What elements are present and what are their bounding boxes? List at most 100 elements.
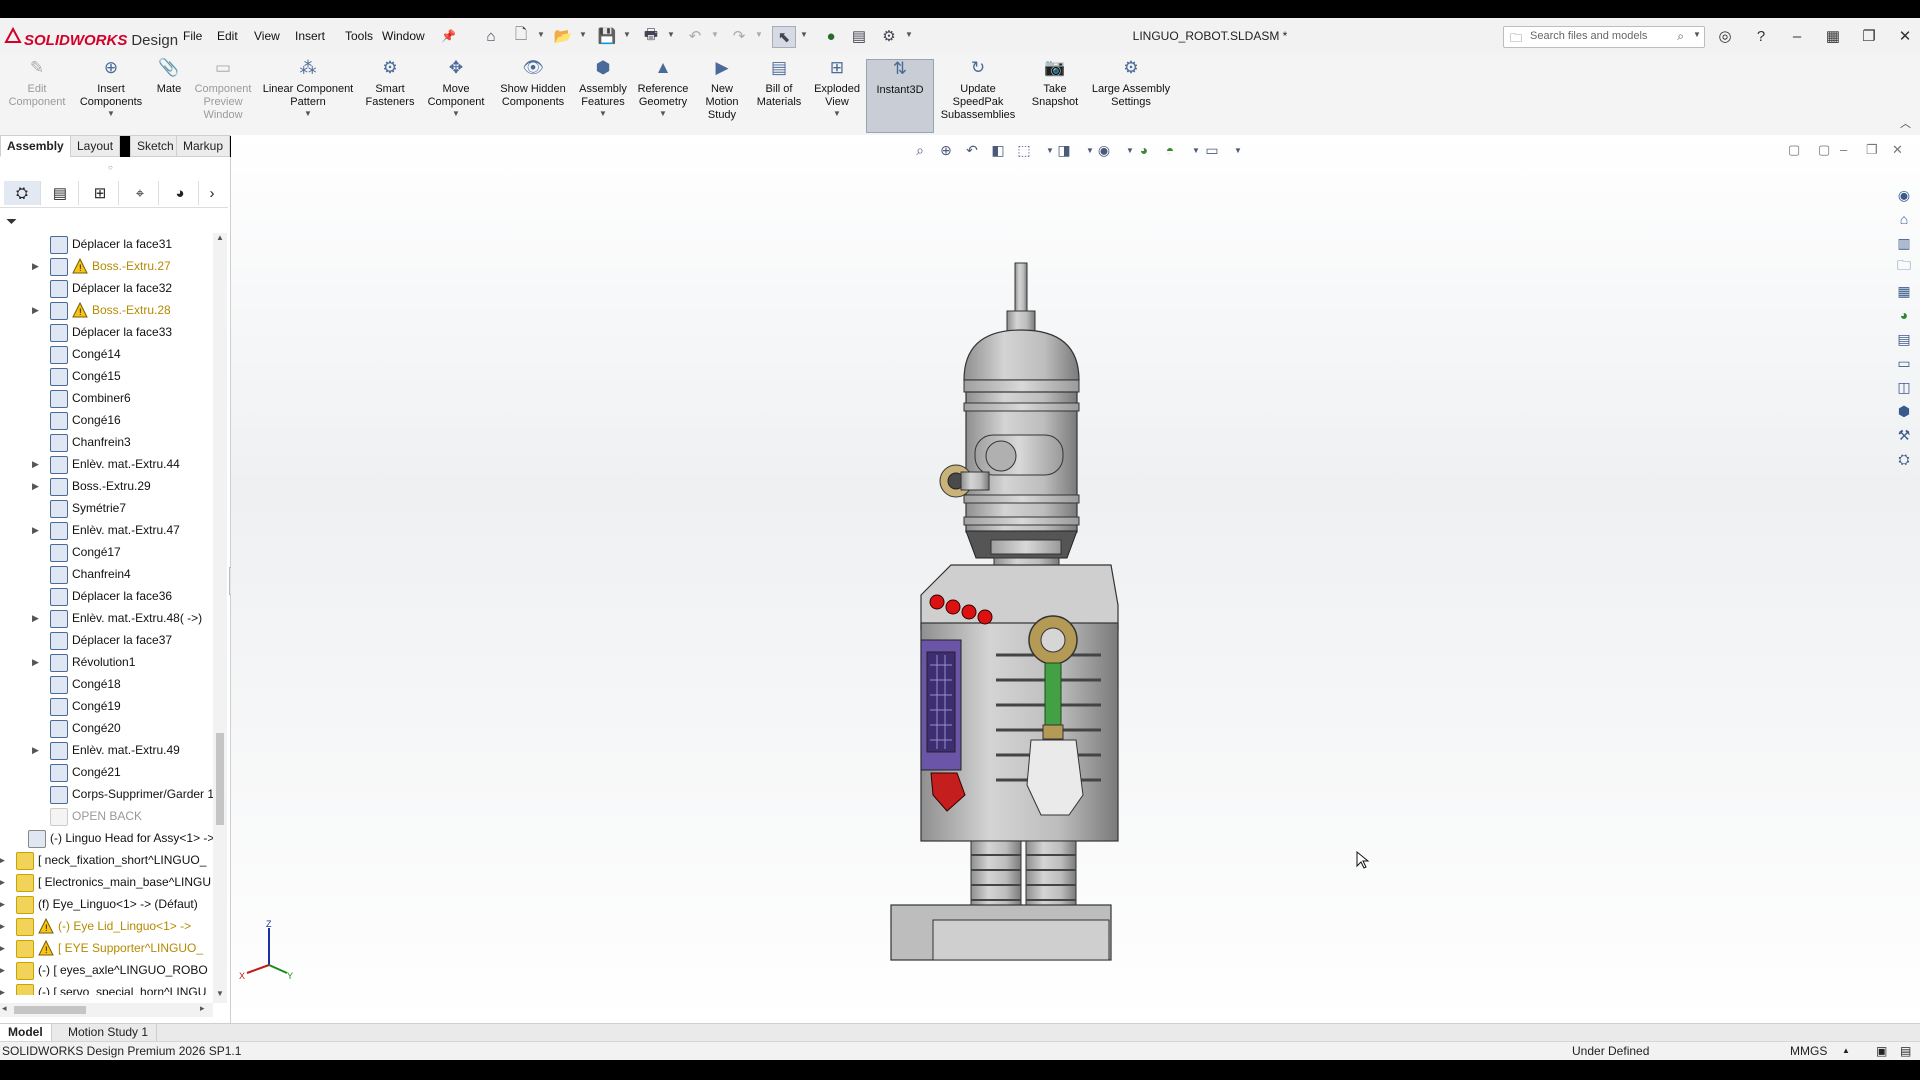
- viewport-split-icon[interactable]: ▢: [1788, 142, 1800, 158]
- tree-item[interactable]: ▶ Boss.-Extru.29: [0, 475, 213, 497]
- menu-insert[interactable]: Insert: [295, 29, 325, 43]
- hide-show-items-icon[interactable]: ◉: [1094, 140, 1114, 160]
- tree-item[interactable]: ▶ Enlèv. mat.-Extru.48( ->): [0, 607, 213, 629]
- select-icon[interactable]: ⬉: [772, 26, 796, 48]
- options-dropdown-icon[interactable]: ▼: [905, 30, 913, 39]
- tree-item[interactable]: ▶ Révolution1: [0, 651, 213, 673]
- expand-arrow-icon[interactable]: ▶: [32, 299, 39, 321]
- notifications-icon[interactable]: ▣: [1876, 1042, 1887, 1060]
- tree-item[interactable]: Déplacer la face37: [0, 629, 213, 651]
- expand-arrow-icon[interactable]: ▶: [32, 651, 39, 673]
- warning-icon[interactable]: !: [72, 301, 88, 318]
- tree-item[interactable]: Congé15: [0, 365, 213, 387]
- show-hidden-components-button[interactable]: 👁 Show Hidden Components: [492, 59, 574, 131]
- home-task-icon[interactable]: ⌂: [1894, 209, 1914, 229]
- exploded-view-button[interactable]: ⊞ Exploded View ▼: [808, 59, 866, 131]
- scroll-right-icon[interactable]: ▸: [200, 1003, 205, 1014]
- undo-icon[interactable]: ↶: [684, 26, 706, 46]
- tree-item[interactable]: Congé18: [0, 673, 213, 695]
- expand-arrow-icon[interactable]: ▶: [32, 453, 39, 475]
- rebuild-icon[interactable]: ●: [820, 26, 842, 46]
- home-icon[interactable]: ⌂: [480, 26, 502, 46]
- undo-dropdown-icon[interactable]: ▼: [711, 30, 719, 39]
- assembly-features-dropdown-icon[interactable]: ▼: [574, 109, 632, 119]
- tree-item[interactable]: Congé14: [0, 343, 213, 365]
- print-icon[interactable]: 🖶: [640, 26, 662, 46]
- tree-item[interactable]: ▶ (-) [ servo_special_horn^LINGU: [0, 981, 213, 995]
- toolbox-icon[interactable]: ⚒: [1894, 425, 1914, 445]
- 3d-content-icon[interactable]: ⬢: [1894, 401, 1914, 421]
- options-gear-icon[interactable]: ⚙: [878, 26, 900, 46]
- new-document-icon[interactable]: 🗋: [510, 26, 532, 46]
- view-orientation-icon[interactable]: ⬚: [1014, 140, 1034, 160]
- viewport-minimize-icon[interactable]: –: [1840, 142, 1847, 157]
- solidworks-resources-icon[interactable]: ◉: [1894, 185, 1914, 205]
- tree-item[interactable]: Chanfrein4: [0, 563, 213, 585]
- file-properties-icon[interactable]: ▤: [848, 26, 870, 46]
- status-units[interactable]: MMGS: [1790, 1042, 1827, 1060]
- robot-model[interactable]: Z X Y: [231, 135, 1920, 1023]
- tree-item[interactable]: ▶ [ neck_fixation_short^LINGUO_: [0, 849, 213, 871]
- expand-arrow-icon[interactable]: ▶: [0, 959, 5, 981]
- take-snapshot-button[interactable]: 📷 Take Snapshot: [1024, 59, 1086, 131]
- file-explorer-icon[interactable]: 🗀: [1894, 257, 1914, 277]
- view-palette-icon[interactable]: ▦: [1894, 281, 1914, 301]
- zoom-to-area-icon[interactable]: ⊕: [936, 140, 956, 160]
- search-box[interactable]: 🗀 Search files and models ⌕: [1503, 26, 1705, 48]
- tree-item[interactable]: ▶ Enlèv. mat.-Extru.44: [0, 453, 213, 475]
- units-dropdown-icon[interactable]: ▲: [1842, 1042, 1850, 1060]
- tree-item[interactable]: Corps-Supprimer/Garder 1: [0, 783, 213, 805]
- menu-tools[interactable]: Tools: [345, 29, 373, 43]
- pin-menu-icon[interactable]: 📌: [441, 29, 456, 43]
- tree-vertical-scrollbar[interactable]: ▲ ▼: [213, 233, 227, 1003]
- forum-icon[interactable]: ▭: [1894, 353, 1914, 373]
- tree-item[interactable]: Déplacer la face31: [0, 233, 213, 255]
- tree-item[interactable]: Congé20: [0, 717, 213, 739]
- tree-item[interactable]: Chanfrein3: [0, 431, 213, 453]
- expand-arrow-icon[interactable]: ▶: [0, 849, 5, 871]
- tree-item[interactable]: Congé19: [0, 695, 213, 717]
- tree-item[interactable]: ▶! [ EYE Supporter^LINGUO_: [0, 937, 213, 959]
- menu-view[interactable]: View: [254, 29, 280, 43]
- warning-icon[interactable]: !: [72, 257, 88, 274]
- tree-item[interactable]: Combiner6: [0, 387, 213, 409]
- display-manager-tab-icon[interactable]: ◕: [162, 181, 199, 205]
- bottom-tab-motion-study-1[interactable]: Motion Study 1: [60, 1024, 158, 1041]
- warning-icon[interactable]: !: [38, 939, 54, 956]
- save-icon[interactable]: 💾: [596, 26, 618, 46]
- redo-dropdown-icon[interactable]: ▼: [755, 30, 763, 39]
- expand-arrow-icon[interactable]: ▶: [32, 475, 39, 497]
- configuration-manager-tab-icon[interactable]: ⊞: [82, 181, 119, 205]
- tree-item[interactable]: ▶ (-) [ eyes_axle^LINGUO_ROBO: [0, 959, 213, 981]
- view-settings-dropdown-icon[interactable]: ▼: [1228, 140, 1248, 160]
- open-icon[interactable]: 📂: [552, 26, 574, 46]
- edit-appearance-icon[interactable]: ◕: [1134, 140, 1154, 160]
- restore-icon[interactable]: ❐: [1854, 26, 1884, 46]
- search-icon[interactable]: ⌕: [1677, 29, 1684, 44]
- new-motion-study-button[interactable]: ▶ New Motion Study: [694, 59, 750, 131]
- status-options-icon[interactable]: ▤: [1900, 1042, 1911, 1060]
- edit-component-button[interactable]: ✎ Edit Component: [0, 59, 74, 131]
- viewport-restore-icon[interactable]: ❐: [1866, 142, 1878, 158]
- search-dropdown-icon[interactable]: ▼: [1693, 30, 1701, 39]
- app-logo[interactable]: SOLIDWORKS Design: [4, 27, 178, 49]
- tab-layout[interactable]: Layout: [70, 135, 121, 157]
- insert-components-button[interactable]: ⊕ Insert Components ▼: [74, 59, 148, 131]
- expand-arrow-icon[interactable]: ▶: [0, 871, 5, 893]
- zoom-to-fit-icon[interactable]: ⌕: [910, 140, 930, 160]
- exploded-view-dropdown-icon[interactable]: ▼: [808, 109, 866, 119]
- redo-icon[interactable]: ↷: [728, 26, 750, 46]
- bill-of-materials-button[interactable]: ▤ Bill of Materials: [750, 59, 808, 131]
- panel-grip-icon[interactable]: ○: [108, 163, 113, 172]
- design-library-icon[interactable]: ▥: [1894, 233, 1914, 253]
- expand-arrow-icon[interactable]: ▶: [32, 607, 39, 629]
- tree-item[interactable]: Congé16: [0, 409, 213, 431]
- scroll-up-icon[interactable]: ▲: [216, 233, 224, 242]
- move-component-button[interactable]: ✥ Move Component ▼: [420, 59, 492, 131]
- tree-item[interactable]: Déplacer la face33: [0, 321, 213, 343]
- new-dropdown-icon[interactable]: ▼: [537, 30, 545, 39]
- component-preview-window-button[interactable]: ▭ Component Preview Window: [190, 59, 256, 131]
- bottom-tab-model[interactable]: Model: [0, 1024, 52, 1041]
- scroll-left-icon[interactable]: ◂: [2, 1003, 7, 1014]
- user-account-icon[interactable]: ◎: [1710, 26, 1740, 46]
